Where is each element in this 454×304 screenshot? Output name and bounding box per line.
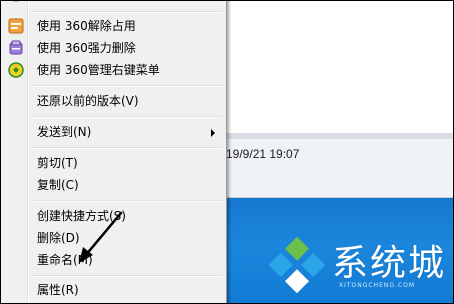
menu-item-label: 删除(D) <box>37 231 80 245</box>
menu-item-create-shortcut[interactable]: 创建快捷方式(S) <box>1 205 224 227</box>
watermark-text: 系统城 <box>332 243 447 284</box>
menu-item-send-to[interactable]: 发送到(N) <box>1 121 224 143</box>
menu-separator <box>30 200 223 202</box>
menu-item-360-shred[interactable]: 使用 360强力删除 <box>1 37 224 59</box>
menu-item-label: 属性(R) <box>37 283 79 297</box>
menu-separator <box>30 116 223 118</box>
360-manager-icon <box>8 62 24 78</box>
details-pane: 19/9/21 19:07 <box>226 139 453 198</box>
menu-item-properties[interactable]: 属性(R) <box>1 279 224 301</box>
menu-item-rename[interactable]: 重命名(M) <box>1 249 224 271</box>
date-modified-text: 19/9/21 19:07 <box>226 147 300 161</box>
desktop-background: 系统城 XITONGCHENG.COM <box>226 198 453 303</box>
menu-item-cut[interactable]: 剪切(T) <box>1 152 224 174</box>
menu-item-label: 使用 360强力删除 <box>37 41 136 55</box>
menu-separator <box>30 275 223 277</box>
context-menu: 使用 360解除占用 使用 360强力删除 使用 360管理右键菜单 还原以前的… <box>1 1 227 303</box>
partial-menu-icon <box>13 1 19 2</box>
menu-item-label: 还原以前的版本(V) <box>37 94 139 108</box>
menu-item-label: 发送到(N) <box>37 125 92 139</box>
menu-item-label: 创建快捷方式(S) <box>37 209 126 223</box>
menu-item-restore-versions[interactable]: 还原以前的版本(V) <box>1 90 224 112</box>
menu-separator <box>30 85 223 87</box>
menu-separator <box>30 147 223 149</box>
menu-item-label: 使用 360管理右键菜单 <box>37 63 160 77</box>
360-shred-icon <box>9 40 23 55</box>
menu-item-360-unlock[interactable]: 使用 360解除占用 <box>1 15 224 37</box>
menu-item-360-manager[interactable]: 使用 360管理右键菜单 <box>1 59 224 81</box>
explorer-window-background: 19/9/21 19:07 系统城 XITONGCHENG.COM <box>226 1 453 303</box>
360-unlock-icon <box>8 18 24 34</box>
xitongcheng-logo-icon <box>268 236 326 294</box>
menu-item-delete[interactable]: 删除(D) <box>1 227 224 249</box>
menu-item-copy[interactable]: 复制(C) <box>1 174 224 196</box>
submenu-arrow-icon <box>211 129 215 137</box>
menu-separator <box>30 11 223 13</box>
file-list-pane <box>226 1 453 133</box>
menu-item-label: 重命名(M) <box>37 253 93 267</box>
menu-item-label: 使用 360解除占用 <box>37 19 136 33</box>
screenshot-frame: 19/9/21 19:07 系统城 XITONGCHENG.COM 使用 360… <box>0 0 454 304</box>
menu-item-label: 剪切(T) <box>37 156 78 170</box>
menu-item-label: 复制(C) <box>37 178 79 192</box>
watermark-url: XITONGCHENG.COM <box>339 282 416 289</box>
